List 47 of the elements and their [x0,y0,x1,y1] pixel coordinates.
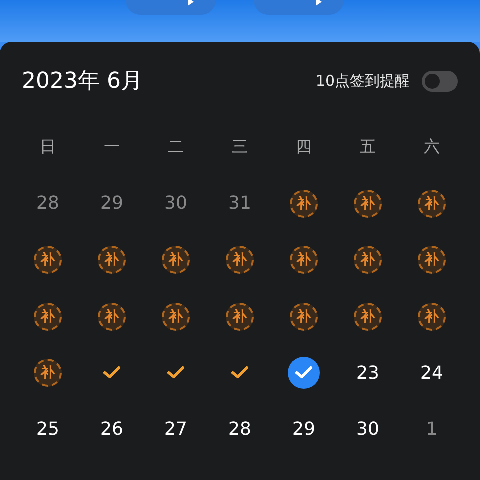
day-number[interactable]: 31 [228,193,252,214]
weekday-label: 四 [296,136,312,158]
day-number[interactable]: 25 [36,419,60,440]
weekday-label: 五 [360,136,376,158]
makeup-badge[interactable]: 补 [354,302,382,331]
day-number[interactable]: 30 [356,419,380,440]
day-number[interactable]: 28 [36,193,60,214]
check-icon [103,366,121,380]
day-number[interactable]: 29 [100,193,124,214]
day-number[interactable]: 29 [292,419,316,440]
makeup-badge[interactable]: 补 [34,246,62,274]
makeup-badge[interactable]: 补 [34,359,62,388]
makeup-badge[interactable]: 补 [418,302,446,331]
day-number[interactable]: 27 [164,419,188,440]
reminder-toggle[interactable] [422,70,458,92]
makeup-badge[interactable]: 补 [98,246,126,274]
makeup-badge[interactable]: 补 [290,246,318,274]
weekday-label: 三 [232,136,248,158]
makeup-badge[interactable]: 补 [162,246,190,274]
makeup-badge[interactable]: 补 [290,190,318,218]
makeup-badge[interactable]: 补 [354,190,382,218]
makeup-badge[interactable]: 补 [98,302,126,331]
makeup-badge[interactable]: 补 [226,246,254,274]
makeup-badge[interactable]: 补 [34,302,62,331]
weekday-label: 日 [40,136,56,158]
makeup-badge[interactable]: 补 [418,246,446,274]
weekday-label: 一 [104,136,120,158]
caret-icon [316,0,322,6]
check-icon [167,366,185,380]
month-title: 2023年 6月 [22,68,143,96]
day-number[interactable]: 23 [356,362,380,384]
day-number[interactable]: 24 [420,362,444,384]
makeup-badge[interactable]: 补 [418,190,446,218]
day-number[interactable]: 1 [426,419,438,440]
weekday-label: 六 [424,136,440,158]
makeup-badge[interactable]: 补 [226,302,254,331]
day-number[interactable]: 26 [100,419,124,440]
day-number[interactable]: 28 [228,419,252,440]
makeup-badge[interactable]: 补 [354,246,382,274]
makeup-badge[interactable]: 补 [162,302,190,331]
caret-icon [188,0,194,6]
makeup-badge[interactable]: 补 [290,302,318,331]
reminder-label: 10点签到提醒 [316,72,410,90]
day-number[interactable]: 30 [164,193,188,214]
checked-today-icon[interactable] [288,357,320,390]
check-icon [231,366,249,380]
weekday-label: 二 [168,136,184,158]
